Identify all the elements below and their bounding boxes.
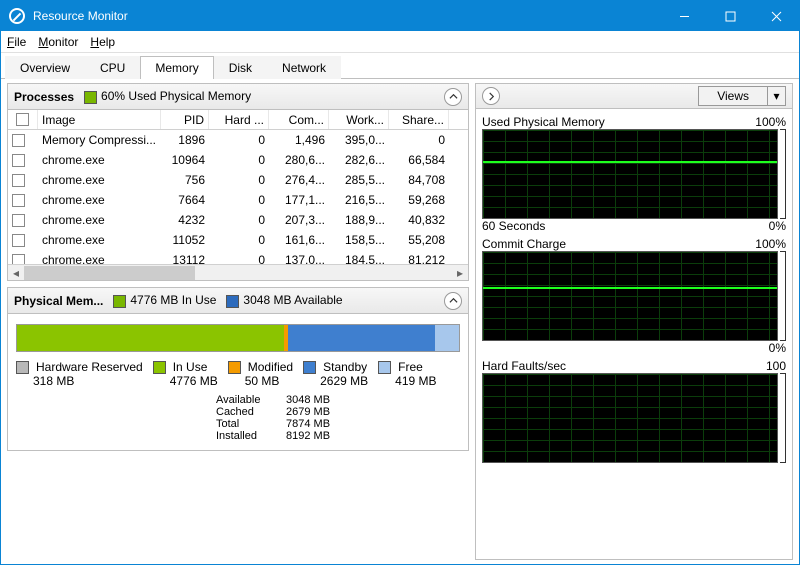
tab-network[interactable]: Network bbox=[267, 56, 341, 79]
menu-file[interactable]: File bbox=[7, 35, 26, 49]
legend-item: In Use4776 MB bbox=[153, 360, 218, 388]
window-title: Resource Monitor bbox=[33, 9, 661, 23]
tab-disk[interactable]: Disk bbox=[214, 56, 267, 79]
close-button[interactable] bbox=[753, 1, 799, 31]
processes-panel: Processes 60% Used Physical Memory Image… bbox=[7, 83, 469, 281]
column-header[interactable]: Work... bbox=[329, 110, 389, 129]
processes-title: Processes bbox=[14, 90, 74, 104]
select-all-checkbox[interactable] bbox=[16, 113, 29, 126]
physical-memory-panel: Physical Mem... 4776 MB In Use 3048 MB A… bbox=[7, 287, 469, 451]
legend-item: Standby2629 MB bbox=[303, 360, 368, 388]
menu-monitor[interactable]: Monitor bbox=[38, 35, 78, 49]
row-checkbox[interactable] bbox=[12, 214, 25, 227]
legend-item: Free419 MB bbox=[378, 360, 436, 388]
mem-segment bbox=[17, 325, 284, 351]
scroll-right-icon[interactable]: ▸ bbox=[452, 265, 468, 280]
table-row[interactable]: chrome.exe7560276,4...285,5...84,708 bbox=[8, 170, 468, 190]
tabstrip: OverviewCPUMemoryDiskNetwork bbox=[1, 53, 799, 79]
row-checkbox[interactable] bbox=[12, 174, 25, 187]
perf-chart: Commit Charge100%0% bbox=[482, 237, 786, 355]
expand-charts-icon[interactable] bbox=[482, 87, 500, 105]
physmem-title: Physical Mem... bbox=[14, 294, 103, 308]
inuse-swatch bbox=[113, 295, 126, 308]
avail-swatch bbox=[226, 295, 239, 308]
tab-memory[interactable]: Memory bbox=[140, 56, 213, 79]
table-row[interactable]: Memory Compressi...189601,496395,0...0 bbox=[8, 130, 468, 150]
memory-stats: Available3048 MBCached2679 MBTotal7874 M… bbox=[136, 394, 460, 442]
views-button[interactable]: Views ▾ bbox=[698, 86, 786, 106]
tab-cpu[interactable]: CPU bbox=[85, 56, 140, 79]
chevron-down-icon[interactable]: ▾ bbox=[767, 87, 785, 105]
table-row[interactable]: chrome.exe110520161,6...158,5...55,208 bbox=[8, 230, 468, 250]
column-header[interactable]: Com... bbox=[269, 110, 329, 129]
mem-segment bbox=[435, 325, 459, 351]
column-header[interactable]: Hard ... bbox=[209, 110, 269, 129]
perf-chart: Hard Faults/sec100 bbox=[482, 359, 786, 463]
menubar: File Monitor Help bbox=[1, 31, 799, 53]
column-header[interactable]: Image bbox=[38, 110, 161, 129]
legend-item: Modified50 MB bbox=[228, 360, 293, 388]
menu-help[interactable]: Help bbox=[90, 35, 115, 49]
status-color-swatch bbox=[84, 91, 97, 104]
avail-status: 3048 MB Available bbox=[226, 293, 342, 307]
maximize-button[interactable] bbox=[707, 1, 753, 31]
app-icon bbox=[9, 8, 25, 24]
inuse-status: 4776 MB In Use bbox=[113, 293, 216, 307]
row-checkbox[interactable] bbox=[12, 234, 25, 247]
table-row[interactable]: chrome.exe42320207,3...188,9...40,832 bbox=[8, 210, 468, 230]
row-checkbox[interactable] bbox=[12, 154, 25, 167]
column-header[interactable]: Share... bbox=[389, 110, 449, 129]
table-row[interactable]: chrome.exe76640177,1...216,5...59,268 bbox=[8, 190, 468, 210]
tab-overview[interactable]: Overview bbox=[5, 56, 85, 79]
legend-item: Hardware Reserved318 MB bbox=[16, 360, 143, 388]
minimize-button[interactable] bbox=[661, 1, 707, 31]
scroll-left-icon[interactable]: ◂ bbox=[8, 265, 24, 280]
row-checkbox[interactable] bbox=[12, 134, 25, 147]
mem-segment bbox=[288, 325, 435, 351]
collapse-icon[interactable] bbox=[444, 292, 462, 310]
perf-chart: Used Physical Memory100%60 Seconds0% bbox=[482, 115, 786, 233]
horizontal-scrollbar[interactable]: ◂ ▸ bbox=[8, 264, 468, 280]
processes-table[interactable]: ImagePIDHard ...Com...Work...Share... Me… bbox=[8, 110, 468, 280]
collapse-icon[interactable] bbox=[444, 88, 462, 106]
titlebar: Resource Monitor bbox=[1, 1, 799, 31]
row-checkbox[interactable] bbox=[12, 194, 25, 207]
processes-status: 60% Used Physical Memory bbox=[84, 89, 251, 103]
table-row[interactable]: chrome.exe109640280,6...282,6...66,584 bbox=[8, 150, 468, 170]
scroll-thumb[interactable] bbox=[24, 266, 195, 280]
column-header[interactable]: PID bbox=[161, 110, 209, 129]
memory-bar bbox=[16, 324, 460, 352]
